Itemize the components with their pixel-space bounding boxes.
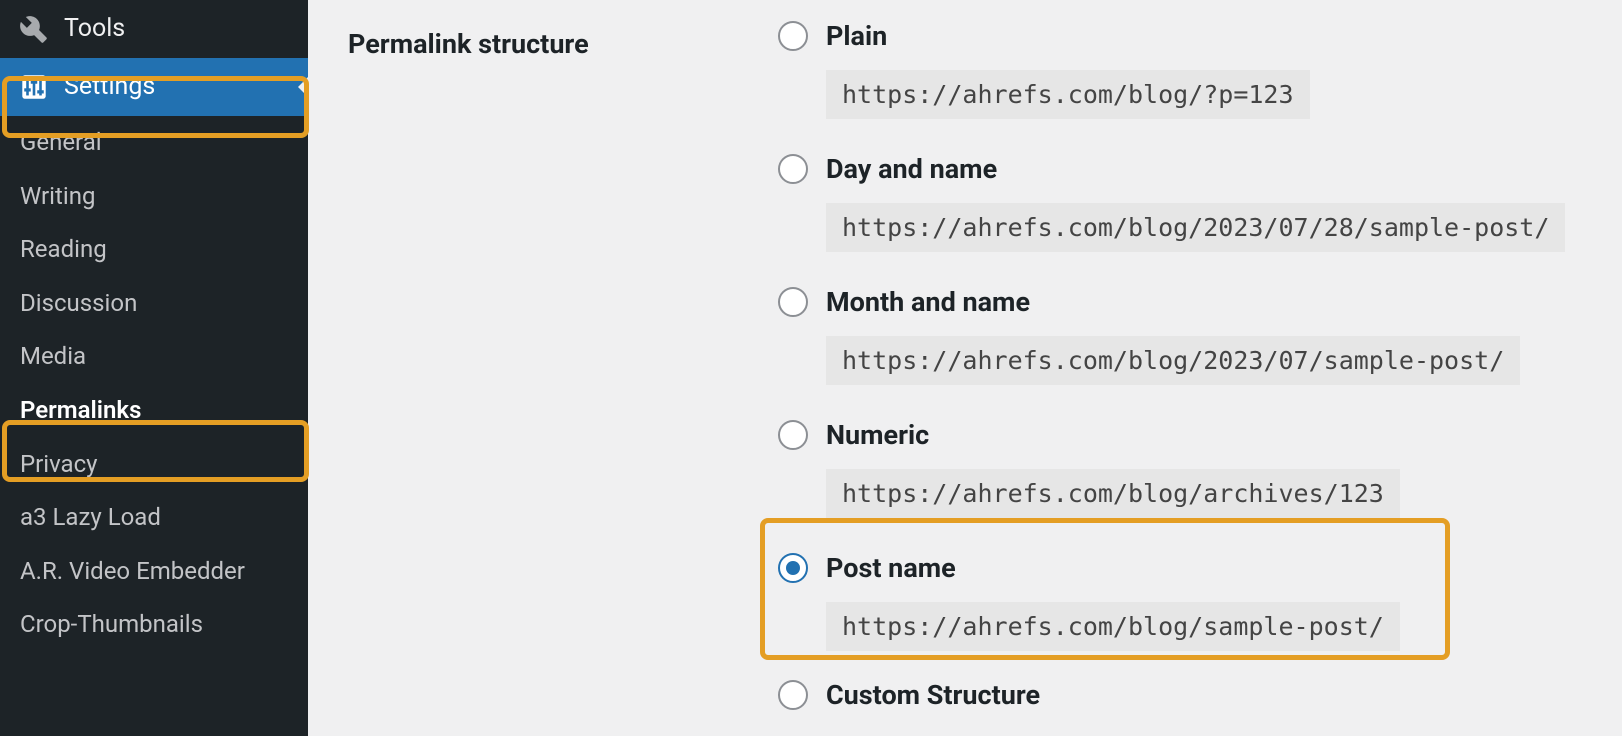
wrench-icon [20, 15, 48, 43]
option-label: Plain [826, 20, 887, 52]
main-content: Permalink structure Plain https://ahrefs… [308, 0, 1622, 736]
url-example: https://ahrefs.com/blog/archives/123 [826, 469, 1400, 518]
submenu-item-ar-video-embedder[interactable]: A.R. Video Embedder [0, 545, 308, 599]
submenu-item-crop-thumbnails[interactable]: Crop-Thumbnails [0, 598, 308, 652]
radio-numeric[interactable] [778, 420, 808, 450]
settings-submenu: General Writing Reading Discussion Media… [0, 116, 308, 652]
submenu-item-writing[interactable]: Writing [0, 170, 308, 224]
sidebar-item-settings[interactable]: Settings [0, 58, 308, 116]
radio-post-name[interactable] [778, 553, 808, 583]
url-example: https://ahrefs.com/blog/2023/07/sample-p… [826, 336, 1520, 385]
option-label: Day and name [826, 153, 997, 185]
submenu-item-a3-lazy-load[interactable]: a3 Lazy Load [0, 491, 308, 545]
admin-sidebar: Tools Settings General Writing Reading D… [0, 0, 308, 736]
submenu-item-media[interactable]: Media [0, 330, 308, 384]
submenu-item-reading[interactable]: Reading [0, 223, 308, 277]
option-label: Numeric [826, 419, 929, 451]
option-label: Custom Structure [826, 679, 1040, 711]
radio-day-name[interactable] [778, 154, 808, 184]
sidebar-item-label: Tools [64, 14, 125, 44]
option-post-name: Post name https://ahrefs.com/blog/sample… [778, 552, 1582, 651]
submenu-item-permalinks[interactable]: Permalinks [0, 384, 308, 438]
submenu-item-general[interactable]: General [0, 116, 308, 170]
option-numeric: Numeric https://ahrefs.com/blog/archives… [778, 419, 1582, 518]
submenu-item-discussion[interactable]: Discussion [0, 277, 308, 331]
option-label: Post name [826, 552, 956, 584]
url-example: https://ahrefs.com/blog/2023/07/28/sampl… [826, 203, 1565, 252]
section-title: Permalink structure [348, 28, 778, 60]
option-custom: Custom Structure [778, 679, 1582, 711]
option-month-name: Month and name https://ahrefs.com/blog/2… [778, 286, 1582, 385]
radio-plain[interactable] [778, 21, 808, 51]
option-label: Month and name [826, 286, 1030, 318]
sliders-icon [20, 73, 48, 101]
radio-month-name[interactable] [778, 287, 808, 317]
url-example: https://ahrefs.com/blog/?p=123 [826, 70, 1310, 119]
sidebar-item-tools[interactable]: Tools [0, 0, 308, 58]
option-day-name: Day and name https://ahrefs.com/blog/202… [778, 153, 1582, 252]
permalink-options: Plain https://ahrefs.com/blog/?p=123 Day… [778, 20, 1582, 729]
radio-custom[interactable] [778, 680, 808, 710]
url-example: https://ahrefs.com/blog/sample-post/ [826, 602, 1400, 651]
option-plain: Plain https://ahrefs.com/blog/?p=123 [778, 20, 1582, 119]
sidebar-item-label: Settings [64, 72, 155, 102]
submenu-item-privacy[interactable]: Privacy [0, 438, 308, 492]
